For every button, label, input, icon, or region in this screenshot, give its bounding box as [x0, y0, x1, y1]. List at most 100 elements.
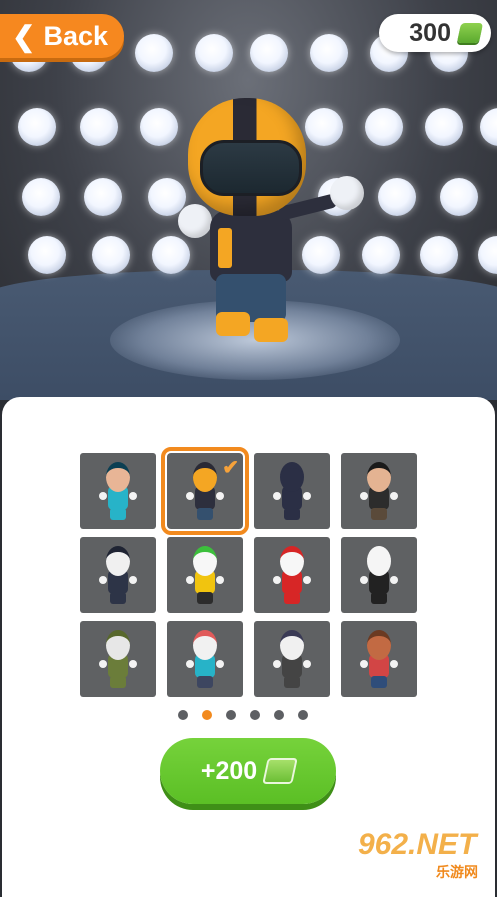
- page-dot[interactable]: [202, 710, 212, 720]
- skin-tile-robber[interactable]: [254, 621, 330, 697]
- skin-tile-skeleton[interactable]: [341, 537, 417, 613]
- hand: [390, 576, 398, 584]
- hand: [303, 576, 311, 584]
- skin-tile-pirate[interactable]: [341, 453, 417, 529]
- hand: [216, 492, 224, 500]
- right-glove: [330, 176, 364, 210]
- left-boot: [216, 312, 250, 336]
- right-boot: [254, 318, 288, 342]
- hand: [186, 576, 194, 584]
- stage-light: [425, 108, 463, 146]
- cash-icon: [456, 23, 484, 43]
- skin-tile-zombie[interactable]: [167, 621, 243, 697]
- skin-figure: [96, 458, 140, 524]
- page-dot[interactable]: [178, 710, 188, 720]
- cash-icon: [262, 758, 298, 784]
- stage-light: [365, 108, 403, 146]
- page-dot[interactable]: [274, 710, 284, 720]
- watermark-sub: 乐游网: [436, 864, 478, 880]
- hand: [273, 492, 281, 500]
- hand: [99, 660, 107, 668]
- skin-tile-kid[interactable]: [341, 621, 417, 697]
- hand: [129, 576, 137, 584]
- figure-head: [193, 630, 217, 660]
- figure-head: [193, 462, 217, 492]
- helmet-visor: [200, 140, 302, 196]
- coin-amount: 300: [409, 18, 451, 47]
- figure-head: [280, 630, 304, 660]
- hand: [186, 660, 194, 668]
- stage-light: [22, 178, 60, 216]
- hand: [99, 576, 107, 584]
- figure-head: [367, 462, 391, 492]
- figure-head: [367, 546, 391, 576]
- skin-tile-santa[interactable]: [254, 537, 330, 613]
- skin-tile-ninja[interactable]: [254, 453, 330, 529]
- hand: [129, 492, 137, 500]
- stage-light: [92, 236, 130, 274]
- figure-legs: [284, 508, 300, 520]
- page-dot[interactable]: [298, 710, 308, 720]
- stage-light: [28, 236, 66, 274]
- hand: [390, 492, 398, 500]
- figure-legs: [110, 592, 126, 604]
- watermark-main: 962.NET: [358, 828, 477, 861]
- hand: [390, 660, 398, 668]
- page-dot[interactable]: [226, 710, 236, 720]
- figure-head: [106, 462, 130, 492]
- earn-cash-button[interactable]: +200: [160, 738, 336, 804]
- figure-legs: [371, 592, 387, 604]
- character-stage: [0, 0, 497, 400]
- page-dot[interactable]: [250, 710, 260, 720]
- stage-light: [80, 108, 118, 146]
- stage-light: [310, 34, 348, 72]
- hand: [186, 492, 194, 500]
- skin-tile-biker[interactable]: ✔: [161, 447, 249, 535]
- figure-legs: [371, 508, 387, 520]
- skin-tile-soldier[interactable]: [80, 621, 156, 697]
- skin-tile-police[interactable]: [80, 537, 156, 613]
- hand: [273, 660, 281, 668]
- earn-cash-label: +200: [200, 756, 258, 785]
- skin-figure: [270, 458, 314, 524]
- figure-legs: [284, 676, 300, 688]
- figure-head: [280, 462, 304, 492]
- skin-tile-genie[interactable]: [80, 453, 156, 529]
- figure-head: [106, 630, 130, 660]
- stage-light: [195, 34, 233, 72]
- figure-legs: [110, 508, 126, 520]
- back-button[interactable]: ❮ Back: [0, 14, 124, 58]
- chevron-left-icon: ❮: [12, 20, 36, 52]
- hand: [129, 660, 137, 668]
- figure-head: [193, 546, 217, 576]
- hand: [303, 660, 311, 668]
- skin-figure: [183, 542, 227, 608]
- selected-character-preview: [170, 92, 364, 352]
- hand: [360, 576, 368, 584]
- figure-legs: [110, 676, 126, 688]
- skin-figure: [96, 542, 140, 608]
- skin-tile-sprout[interactable]: [167, 537, 243, 613]
- left-glove: [178, 204, 212, 238]
- skin-figure: [183, 458, 227, 524]
- hand: [360, 492, 368, 500]
- figure-legs: [197, 592, 213, 604]
- stage-light: [18, 108, 56, 146]
- hand: [303, 492, 311, 500]
- skin-figure: [357, 542, 401, 608]
- figure-legs: [197, 508, 213, 520]
- skin-selection-panel: [2, 397, 495, 897]
- figure-head: [106, 546, 130, 576]
- stage-light: [420, 236, 458, 274]
- hand: [216, 576, 224, 584]
- skin-figure: [96, 626, 140, 692]
- skin-figure: [357, 626, 401, 692]
- stage-light: [135, 34, 173, 72]
- stage-light: [440, 178, 478, 216]
- stage-light: [478, 236, 497, 274]
- hand: [216, 660, 224, 668]
- skin-figure: [270, 626, 314, 692]
- stage-light: [480, 108, 497, 146]
- coin-balance: 300: [379, 14, 491, 52]
- figure-head: [367, 630, 391, 660]
